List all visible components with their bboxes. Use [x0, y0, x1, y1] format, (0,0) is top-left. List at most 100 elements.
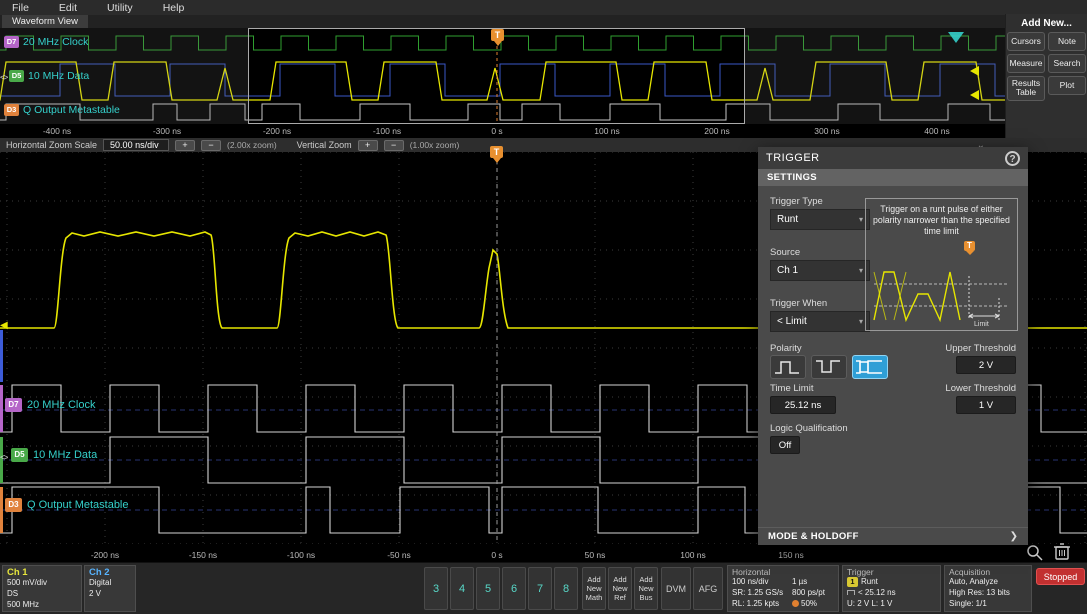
menu-utility[interactable]: Utility [107, 2, 133, 14]
acquisition-title: Acquisition [949, 567, 991, 577]
add-new-ref-button[interactable]: Add New Ref [608, 567, 632, 610]
source-value: Ch 1 [777, 265, 799, 276]
trigger-source-badge: 1 [847, 577, 858, 587]
help-icon[interactable]: ? [1005, 150, 1020, 166]
add-new-panel: Add New... Cursors Note Measure Search R… [1005, 14, 1087, 138]
add-note-button[interactable]: Note [1048, 32, 1086, 51]
channel-2-badge-tile[interactable]: Ch 2 Digital 2 V [84, 565, 136, 612]
horizontal-zoom-factor: (2.00x zoom) [227, 140, 277, 150]
add-word: Add [587, 575, 601, 584]
channel-3-button[interactable]: 3 [424, 567, 448, 610]
horizontal-zoom-decrease-button[interactable]: − [201, 139, 222, 151]
add-new-bus-button[interactable]: Add New Bus [634, 567, 658, 610]
channel-select-icon[interactable]: <> [0, 73, 8, 82]
main-channel-d5[interactable]: D5 10 MHz Data [11, 448, 97, 462]
menu-help[interactable]: Help [163, 2, 185, 14]
ch2-name: Ch 2 [89, 567, 110, 578]
trigger-when-value: < Limit [777, 316, 807, 327]
trigger-position-icon[interactable]: T [491, 29, 504, 46]
menu-edit[interactable]: Edit [59, 2, 77, 14]
channel-select-icon[interactable]: <> [0, 453, 8, 462]
channel-1-badge-tile[interactable]: Ch 1 500 mV/div DS 500 MHz [2, 565, 82, 612]
upper-threshold-arrow-icon[interactable] [970, 66, 979, 76]
trigger-when-dropdown[interactable]: < Limit ▾ [770, 311, 870, 332]
overview-time-label: 300 ns [814, 126, 840, 136]
overview-time-label: -300 ns [152, 126, 182, 136]
channel-d3-label: Q Output Metastable [27, 499, 129, 511]
menu-file[interactable]: File [12, 2, 29, 14]
main-time-label: -100 ns [286, 550, 316, 560]
new-word: New [638, 584, 654, 593]
main-channel-d7[interactable]: D7 20 MHz Clock [5, 398, 95, 412]
trigger-description-text: Trigger on a runt pulse of either polari… [873, 204, 1010, 236]
magnifier-icon[interactable] [1026, 544, 1044, 562]
d7-strip [0, 385, 3, 432]
logic-qualification-label: Logic Qualification [770, 423, 848, 434]
add-cursors-button[interactable]: Cursors [1007, 32, 1045, 51]
upper-threshold-value[interactable]: 2 V [956, 356, 1016, 374]
overview-time-label: 200 ns [704, 126, 730, 136]
channel-4-button[interactable]: 4 [450, 567, 474, 610]
time-limit-value[interactable]: 25.12 ns [770, 396, 836, 414]
chevron-down-icon: ▾ [858, 215, 863, 224]
vertical-zoom-decrease-button[interactable]: − [383, 139, 404, 151]
add-new-math-button[interactable]: Add New Math [582, 567, 606, 610]
mode-holdoff-section[interactable]: MODE & HOLDOFF ❯ [758, 527, 1028, 545]
channel-6-button[interactable]: 6 [502, 567, 526, 610]
ch1-coupling: DS [7, 588, 19, 598]
oscilloscope-screen: File Edit Utility Help Waveform View T D… [0, 0, 1087, 614]
trigger-limit-status: < 25.12 ns [858, 587, 896, 597]
horizontal-zoom-scale-label: Horizontal Zoom Scale [6, 140, 98, 150]
overview-time-label: 400 ns [924, 126, 950, 136]
overview-channel-d3[interactable]: D3 Q Output Metastable [4, 104, 120, 116]
channel-7-button[interactable]: 7 [528, 567, 552, 610]
overview-channel-d7[interactable]: D7 20 MHz Clock [4, 36, 88, 48]
polarity-label: Polarity [770, 343, 802, 354]
ch1-scale: 500 mV/div [7, 578, 48, 587]
settings-section-header: SETTINGS [758, 169, 1028, 186]
add-search-button[interactable]: Search [1048, 54, 1086, 73]
channel-d3-label: Q Output Metastable [23, 104, 120, 116]
horizontal-settings-tile[interactable]: Horizontal 100 ns/div 1 µs SR: 1.25 GS/s… [727, 565, 839, 612]
main-channel-d3[interactable]: D3 Q Output Metastable [5, 498, 129, 512]
add-results-table-button[interactable]: Results Table [1007, 76, 1045, 101]
trigger-panel-header[interactable]: TRIGGER ? [758, 147, 1028, 169]
channel-8-button[interactable]: 8 [554, 567, 578, 610]
vertical-zoom-increase-button[interactable]: + [357, 139, 378, 151]
channel-5-button[interactable]: 5 [476, 567, 500, 610]
chevron-down-icon: ▾ [858, 317, 863, 326]
digital-group-strip [0, 330, 3, 382]
overview-channel-d5[interactable]: D5 10 MHz Data [9, 70, 89, 82]
lower-threshold-arrow-icon[interactable] [970, 90, 979, 100]
tab-waveform-view[interactable]: Waveform View [2, 15, 88, 28]
channel-d3-badge: D3 [5, 498, 22, 512]
dvm-button[interactable]: DVM [661, 567, 691, 610]
limit-label: Limit [974, 321, 989, 328]
overview-time-label: -400 ns [42, 126, 72, 136]
trigger-type-dropdown[interactable]: Runt ▾ [770, 209, 870, 230]
runt-either-polarity-button[interactable] [852, 355, 888, 379]
channel-d7-badge: D7 [4, 36, 19, 48]
horizontal-zoom-scale-value[interactable]: 50.00 ns/div [103, 139, 170, 151]
runt-negative-polarity-button[interactable] [811, 355, 847, 379]
afg-button[interactable]: AFG [693, 567, 723, 610]
trigger-panel-title: TRIGGER [766, 152, 820, 164]
acquisition-status-tile[interactable]: Acquisition Auto, Analyze High Res: 13 b… [944, 565, 1032, 612]
run-stop-status-button[interactable]: Stopped [1036, 568, 1085, 585]
add-plot-button[interactable]: Plot [1048, 76, 1086, 95]
runt-positive-polarity-button[interactable] [770, 355, 806, 379]
menu-bar: File Edit Utility Help [0, 0, 1087, 15]
trigger-position-icon[interactable]: T [490, 146, 503, 163]
lower-threshold-value[interactable]: 1 V [956, 396, 1016, 414]
logic-qualification-toggle[interactable]: Off [770, 436, 800, 454]
horizontal-zoom-increase-button[interactable]: + [175, 139, 196, 151]
add-measure-button[interactable]: Measure [1007, 54, 1045, 73]
overview-time-label: 0 s [491, 126, 503, 136]
overview-time-label: 100 ns [594, 126, 620, 136]
overview-strip[interactable]: T D7 20 MHz Clock <> D5 10 MHz Data D3 Q… [0, 28, 1005, 138]
add-new-title: Add New... [1021, 18, 1072, 29]
ch1-bandwidth: 500 MHz [7, 599, 40, 609]
source-dropdown[interactable]: Ch 1 ▾ [770, 260, 870, 281]
trigger-status-tile[interactable]: Trigger 1 Runt < 25.12 ns U: 2 V L: 1 V [842, 565, 941, 612]
trash-icon[interactable] [1052, 541, 1072, 561]
